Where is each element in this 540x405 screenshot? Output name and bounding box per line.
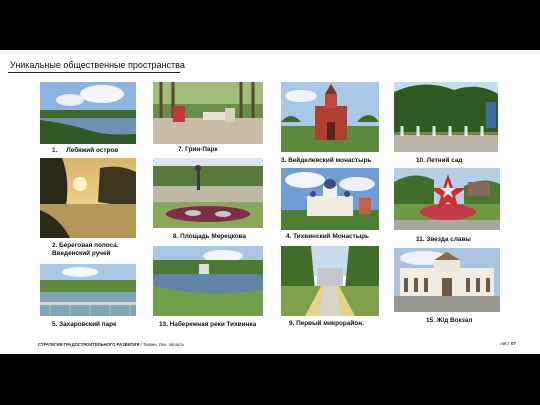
sheet-label: лист xyxy=(499,341,510,346)
caption-number: 8. xyxy=(173,233,179,240)
caption-number: 2. xyxy=(52,242,58,249)
caption-name: Площадь Мерецкова xyxy=(180,233,247,240)
photo-green-park xyxy=(153,82,263,144)
caption-shore-vvedensky-creek: 2. Береговая полоса. Введенский ручей xyxy=(52,242,136,258)
photo-zakharovsky-park xyxy=(40,264,136,316)
caption-name: Звезда славы xyxy=(426,236,471,243)
caption-name: Лебяжий остров xyxy=(66,147,119,154)
caption-tikhvin-monastery: 4. Тихвинский Монастырь xyxy=(286,233,369,241)
caption-number: 1. xyxy=(52,147,58,154)
photo-railway-station xyxy=(394,248,500,312)
caption-number: 5. xyxy=(52,321,58,328)
caption-number: 7. xyxy=(178,146,184,153)
caption-number: 9. xyxy=(289,320,295,327)
caption-number: 3. xyxy=(281,157,287,164)
caption-veydelevsky-monastery: 3. Вейделевский монастырь xyxy=(281,157,371,165)
caption-name: Первый микрорайон. xyxy=(296,320,364,327)
sheet-value: 07 xyxy=(510,341,516,346)
footer-location: Тихвин, Лен. область xyxy=(142,342,185,347)
caption-number: 11. xyxy=(416,236,425,243)
caption-star-of-glory: 11. Звезда славы xyxy=(416,236,471,244)
title-underline xyxy=(8,72,180,73)
sheet-number: лист 07 xyxy=(500,341,516,346)
caption-name: Летний сад xyxy=(426,157,463,164)
photo-meretskov-square xyxy=(153,158,263,228)
caption-number: 15. xyxy=(426,317,435,324)
caption-number: 10. xyxy=(416,157,425,164)
page-title: Уникальные общественные пространства xyxy=(10,60,185,70)
photo-shore-vvedensky-creek xyxy=(40,158,136,238)
caption-name: Грин-Парк xyxy=(185,146,218,153)
caption-summer-garden: 10. Летний сад xyxy=(416,157,463,165)
caption-green-park: 7. Грин-Парк xyxy=(178,146,218,154)
footer: СТРАТЕГИЯ ГРАДОСТРОИТЕЛЬНОГО РАЗВИТИЯ / … xyxy=(38,342,184,347)
photo-first-microdistrict xyxy=(281,246,379,316)
photo-star-of-glory xyxy=(394,168,500,230)
photo-lebyazhiy-island xyxy=(40,82,136,144)
caption-name: Ж/д Вокзал xyxy=(436,317,473,324)
photo-tikhvinka-embankment xyxy=(153,246,263,316)
photo-tikhvin-monastery xyxy=(281,168,379,230)
caption-name: Набережная реки Тихвинка xyxy=(169,321,257,328)
footer-strategy: СТРАТЕГИЯ ГРАДОСТРОИТЕЛЬНОГО РАЗВИТИЯ xyxy=(38,342,140,347)
caption-meretskov-square: 8. Площадь Мерецкова xyxy=(173,233,246,241)
photo-summer-garden xyxy=(394,82,498,152)
caption-tikhvinka-embankment: 13. Набережная реки Тихвинка xyxy=(159,321,256,329)
caption-name: Вейделевский монастырь xyxy=(288,157,372,164)
caption-railway-station: 15. Ж/д Вокзал xyxy=(426,317,472,325)
caption-lebyazhiy-island: 1. Лебяжий остров xyxy=(52,147,118,155)
caption-zakharovsky-park: 5. Захаровский парк xyxy=(52,321,116,329)
caption-number: 4. xyxy=(286,233,292,240)
caption-name: Береговая полоса. Введенский ручей xyxy=(52,242,119,258)
photo-veydelevsky-monastery xyxy=(281,82,379,152)
caption-number: 13. xyxy=(159,321,168,328)
caption-first-microdistrict: 9. Первый микрорайон. xyxy=(289,320,364,328)
caption-name: Захаровский парк xyxy=(59,321,117,328)
footer-separator: / xyxy=(140,342,142,347)
caption-name: Тихвинский Монастырь xyxy=(293,233,369,240)
